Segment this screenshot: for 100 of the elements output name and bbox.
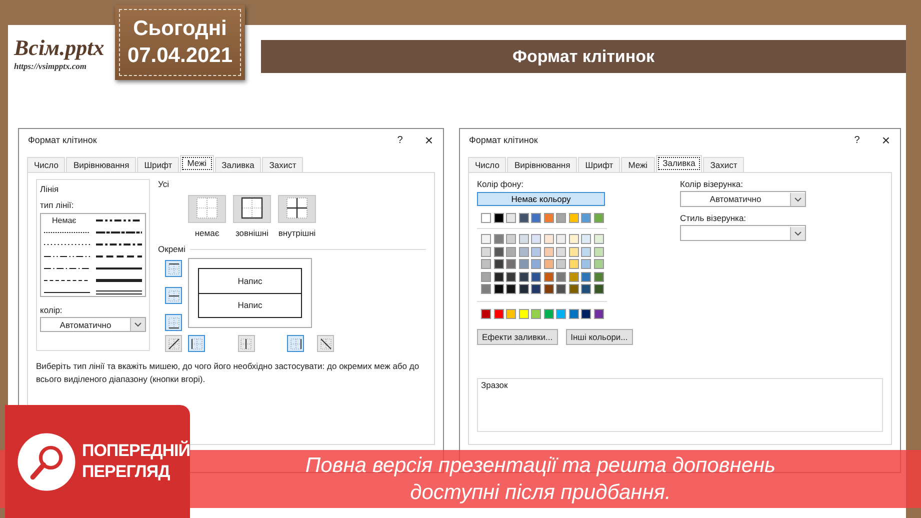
color-swatch[interactable] — [544, 213, 554, 223]
line-style-option[interactable] — [44, 278, 90, 282]
border-toggle[interactable] — [188, 335, 205, 352]
color-swatch[interactable] — [556, 272, 566, 282]
tab[interactable]: Захист — [703, 157, 744, 172]
line-style-option[interactable] — [96, 266, 142, 270]
close-button[interactable]: × — [424, 132, 433, 148]
color-swatch[interactable] — [506, 213, 516, 223]
color-swatch[interactable] — [581, 309, 591, 319]
color-swatch[interactable] — [494, 259, 504, 269]
color-swatch[interactable] — [544, 284, 554, 294]
border-toggle[interactable] — [317, 335, 334, 352]
color-swatch[interactable] — [494, 246, 504, 256]
color-swatch[interactable] — [531, 259, 541, 269]
color-swatch[interactable] — [518, 234, 528, 244]
color-swatch[interactable] — [518, 259, 528, 269]
line-style-list[interactable]: Немає — [40, 213, 146, 297]
color-swatch[interactable] — [594, 309, 604, 319]
line-style-option[interactable] — [44, 230, 90, 234]
color-swatch[interactable] — [481, 246, 491, 256]
pattern-color-dropdown[interactable]: Автоматично — [680, 191, 806, 207]
border-preset-button[interactable] — [278, 195, 316, 223]
color-swatch[interactable] — [568, 234, 578, 244]
border-toggle[interactable] — [165, 287, 182, 304]
color-swatch[interactable] — [556, 259, 566, 269]
color-swatch[interactable] — [556, 213, 566, 223]
color-swatch[interactable] — [481, 272, 491, 282]
tab[interactable]: Заливка — [656, 155, 702, 172]
color-swatch[interactable] — [568, 272, 578, 282]
color-swatch[interactable] — [594, 213, 604, 223]
color-swatch[interactable] — [518, 213, 528, 223]
color-swatch[interactable] — [556, 309, 566, 319]
color-swatch[interactable] — [581, 234, 591, 244]
color-swatch[interactable] — [594, 284, 604, 294]
color-swatch[interactable] — [531, 284, 541, 294]
color-swatch[interactable] — [481, 234, 491, 244]
pattern-style-dropdown[interactable] — [680, 225, 806, 241]
fill-effects-button[interactable]: Ефекти заливки... — [477, 329, 558, 345]
tab[interactable]: Шрифт — [137, 157, 180, 172]
help-button[interactable]: ? — [397, 134, 403, 146]
tab[interactable]: Число — [27, 157, 66, 172]
color-swatch[interactable] — [518, 272, 528, 282]
color-swatch[interactable] — [568, 284, 578, 294]
border-toggle[interactable] — [165, 314, 182, 331]
color-swatch[interactable] — [506, 259, 516, 269]
color-swatch[interactable] — [494, 284, 504, 294]
color-swatch[interactable] — [594, 246, 604, 256]
help-button[interactable]: ? — [854, 134, 860, 146]
color-swatch[interactable] — [518, 284, 528, 294]
tab[interactable]: Захист — [262, 157, 304, 172]
color-swatch[interactable] — [556, 284, 566, 294]
border-toggle[interactable] — [165, 260, 182, 277]
tab[interactable]: Вирівнювання — [66, 157, 136, 172]
color-swatch[interactable] — [506, 272, 516, 282]
line-style-option[interactable] — [44, 266, 90, 270]
color-swatch[interactable] — [506, 246, 516, 256]
color-swatch[interactable] — [568, 259, 578, 269]
color-swatch[interactable] — [581, 246, 591, 256]
line-style-option[interactable] — [96, 230, 142, 234]
color-swatch[interactable] — [531, 309, 541, 319]
tab[interactable]: Заливка — [214, 157, 262, 172]
tab[interactable]: Межі — [621, 157, 655, 172]
color-swatch[interactable] — [494, 309, 504, 319]
color-swatch[interactable] — [581, 272, 591, 282]
color-swatch[interactable] — [556, 246, 566, 256]
color-dropdown[interactable]: Автоматично — [40, 317, 146, 332]
line-style-option[interactable] — [96, 290, 142, 294]
border-preset-button[interactable] — [233, 195, 271, 223]
color-swatch[interactable] — [544, 246, 554, 256]
color-swatch[interactable] — [481, 213, 491, 223]
color-swatch[interactable] — [581, 259, 591, 269]
line-style-option[interactable]: Немає — [44, 216, 76, 224]
color-swatch[interactable] — [506, 309, 516, 319]
tab[interactable]: Межі — [180, 155, 214, 172]
color-swatch[interactable] — [581, 213, 591, 223]
color-swatch[interactable] — [494, 213, 504, 223]
tab[interactable]: Вирівнювання — [507, 157, 578, 172]
color-swatch[interactable] — [544, 259, 554, 269]
color-swatch[interactable] — [481, 259, 491, 269]
color-swatch[interactable] — [531, 272, 541, 282]
close-button[interactable]: × — [882, 132, 890, 148]
color-swatch[interactable] — [506, 234, 516, 244]
color-swatch[interactable] — [568, 309, 578, 319]
line-style-option[interactable] — [44, 254, 90, 258]
color-swatch[interactable] — [568, 213, 578, 223]
color-swatch[interactable] — [581, 284, 591, 294]
color-swatch[interactable] — [544, 309, 554, 319]
color-swatch[interactable] — [518, 246, 528, 256]
line-style-option[interactable] — [96, 254, 142, 258]
color-swatch[interactable] — [531, 246, 541, 256]
line-style-option[interactable] — [96, 242, 142, 246]
color-swatch[interactable] — [594, 272, 604, 282]
line-style-option[interactable] — [96, 278, 142, 282]
color-swatch[interactable] — [506, 284, 516, 294]
color-swatch[interactable] — [531, 213, 541, 223]
tab[interactable]: Число — [468, 157, 506, 172]
color-swatch[interactable] — [531, 234, 541, 244]
color-swatch[interactable] — [481, 309, 491, 319]
line-style-option[interactable] — [44, 242, 90, 246]
tab[interactable]: Шрифт — [578, 157, 620, 172]
